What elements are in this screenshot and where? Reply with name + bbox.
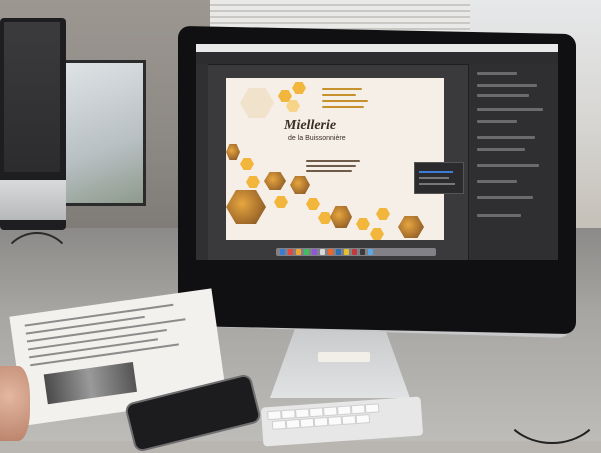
cables-right: [500, 360, 601, 444]
illustrator-tools-panel: [196, 64, 208, 260]
imac-screen: Miellerie de la Buissonnière: [196, 44, 558, 260]
hand: [0, 366, 30, 441]
brand-title: Miellerie: [284, 118, 337, 133]
stand-label-sticker: [318, 352, 370, 362]
cables: [0, 232, 74, 306]
illustrator-artboard: Miellerie de la Buissonnière: [226, 78, 444, 240]
illustrator-layers-dialog: [414, 162, 464, 194]
macos-dock: [276, 248, 436, 256]
macos-menubar: [196, 44, 558, 52]
handout-photo: [43, 361, 138, 405]
brand-subtitle: de la Buissonnière: [288, 135, 346, 142]
left-imac-screen: [4, 22, 60, 172]
illustrator-properties-panel: [468, 64, 558, 260]
left-imac-chin: [0, 180, 66, 220]
bee-icon: [240, 88, 274, 118]
window-left: [60, 60, 146, 206]
